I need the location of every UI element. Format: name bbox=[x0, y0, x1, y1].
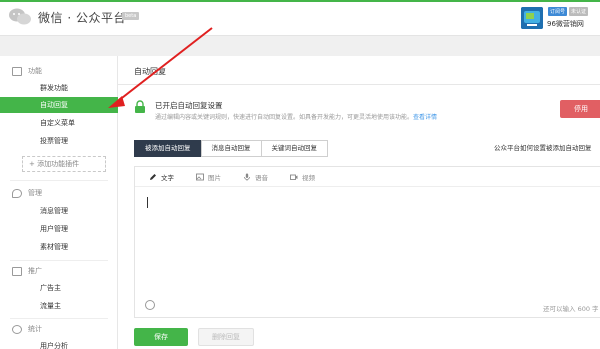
char-counter: 还可以输入 600 字 bbox=[543, 305, 599, 313]
disable-button[interactable]: 停用 bbox=[560, 100, 600, 118]
emoji-icon[interactable] bbox=[145, 300, 155, 310]
title-divider bbox=[118, 84, 600, 85]
sidebar-item-user-analytics[interactable]: 用户分析 bbox=[0, 338, 118, 349]
megaphone-icon bbox=[12, 266, 22, 276]
sidebar-section-label: 统计 bbox=[28, 325, 42, 333]
editor-toolbar: 文字 图片 语音 视频 bbox=[135, 167, 600, 187]
toolbar-label: 图片 bbox=[208, 173, 221, 182]
account-tags: 订阅号 未认证 bbox=[548, 7, 589, 16]
notice-text: 通过编辑内容或关键词规则，快速进行自动回复设置。如具备开发能力，可更灵活地使用该… bbox=[155, 114, 414, 121]
main-panel: 自动回复 已开启自动回复设置 通过编辑内容或关键词规则，快速进行自动回复设置。如… bbox=[118, 56, 600, 349]
toolbar-label: 语音 bbox=[255, 173, 268, 182]
sidebar-item-custom-menu[interactable]: 自定义菜单 bbox=[0, 115, 118, 131]
save-button[interactable]: 保存 bbox=[134, 328, 188, 346]
tab-added-reply[interactable]: 被添加自动回复 bbox=[134, 140, 202, 157]
reply-type-tabs: 被添加自动回复 消息自动回复 关键词自动回复 bbox=[134, 140, 328, 157]
lock-icon bbox=[135, 100, 145, 113]
sidebar-item-broadcast[interactable]: 群发功能 bbox=[0, 80, 118, 96]
verification-badge: 未认证 bbox=[569, 7, 589, 16]
sidebar-divider bbox=[10, 260, 108, 261]
chart-icon bbox=[12, 324, 22, 334]
toolbar-label: 文字 bbox=[161, 173, 174, 182]
text-cursor[interactable] bbox=[147, 197, 148, 208]
wechat-logo-icon bbox=[9, 8, 31, 25]
add-plugin-button[interactable]: + 添加功能插件 bbox=[22, 156, 106, 172]
sidebar-item-auto-reply[interactable]: 自动回复 bbox=[0, 97, 118, 113]
tab-message-reply[interactable]: 消息自动回复 bbox=[200, 140, 262, 157]
delete-reply-button[interactable]: 删除回复 bbox=[198, 328, 254, 346]
sidebar-section-stats: 统计 bbox=[12, 324, 42, 334]
toolbar-label: 视频 bbox=[302, 173, 315, 182]
sidebar-item-materials[interactable]: 素材管理 bbox=[0, 239, 118, 255]
brand-accent-bar bbox=[0, 0, 600, 2]
sidebar-section-features: 功能 bbox=[12, 66, 42, 76]
account-type-badge: 订阅号 bbox=[548, 7, 568, 16]
sidebar-section-label: 推广 bbox=[28, 267, 42, 275]
toolbar-voice[interactable]: 语音 bbox=[243, 172, 268, 182]
image-icon bbox=[196, 173, 204, 180]
notice-details-link[interactable]: 查看详情 bbox=[413, 114, 437, 121]
top-header: 微信 · 公众平台 beta 订阅号 未认证 96微营销网 bbox=[0, 0, 600, 36]
sidebar-section-label: 功能 bbox=[28, 67, 42, 75]
page-title: 自动回复 bbox=[134, 67, 166, 76]
toolbar-video[interactable]: 视频 bbox=[290, 172, 315, 182]
sidebar-item-advertiser[interactable]: 广告主 bbox=[0, 280, 118, 296]
sidebar: 功能 群发功能 自动回复 自定义菜单 投票管理 + 添加功能插件 管理 消息管理… bbox=[0, 56, 118, 349]
help-link[interactable]: 公众平台如何设置被添加自动回复 bbox=[494, 142, 592, 152]
tab-keyword-reply[interactable]: 关键词自动回复 bbox=[260, 140, 328, 157]
sidebar-section-promotion: 推广 bbox=[12, 266, 42, 276]
sidebar-section-manage: 管理 bbox=[12, 188, 42, 198]
account-name[interactable]: 96微营销网 bbox=[547, 19, 584, 29]
toolbar-text[interactable]: 文字 bbox=[149, 172, 174, 182]
account-avatar[interactable] bbox=[521, 7, 543, 29]
sidebar-divider bbox=[10, 318, 108, 319]
pencil-icon bbox=[150, 173, 156, 180]
notice-description: 通过编辑内容或关键词规则，快速进行自动回复设置。如具备开发能力，可更灵活地使用该… bbox=[155, 112, 437, 121]
account-logo-icon bbox=[521, 7, 543, 29]
sidebar-item-users[interactable]: 用户管理 bbox=[0, 221, 118, 237]
sidebar-item-publisher[interactable]: 流量主 bbox=[0, 298, 118, 314]
sidebar-item-messages[interactable]: 消息管理 bbox=[0, 203, 118, 219]
reply-editor: 文字 图片 语音 视频 还可以输入 600 字 bbox=[134, 166, 600, 318]
sidebar-section-label: 管理 bbox=[28, 189, 42, 197]
mic-icon bbox=[244, 173, 250, 181]
toolbar-image[interactable]: 图片 bbox=[196, 172, 221, 182]
sidebar-item-vote[interactable]: 投票管理 bbox=[0, 133, 118, 149]
grid-icon bbox=[12, 66, 22, 76]
notice-title: 已开启自动回复设置 bbox=[155, 101, 223, 110]
beta-badge: beta bbox=[122, 12, 140, 20]
chat-icon bbox=[12, 188, 22, 198]
sidebar-divider bbox=[10, 180, 108, 181]
platform-brand[interactable]: 微信 · 公众平台 bbox=[38, 9, 126, 26]
video-icon bbox=[290, 174, 298, 180]
